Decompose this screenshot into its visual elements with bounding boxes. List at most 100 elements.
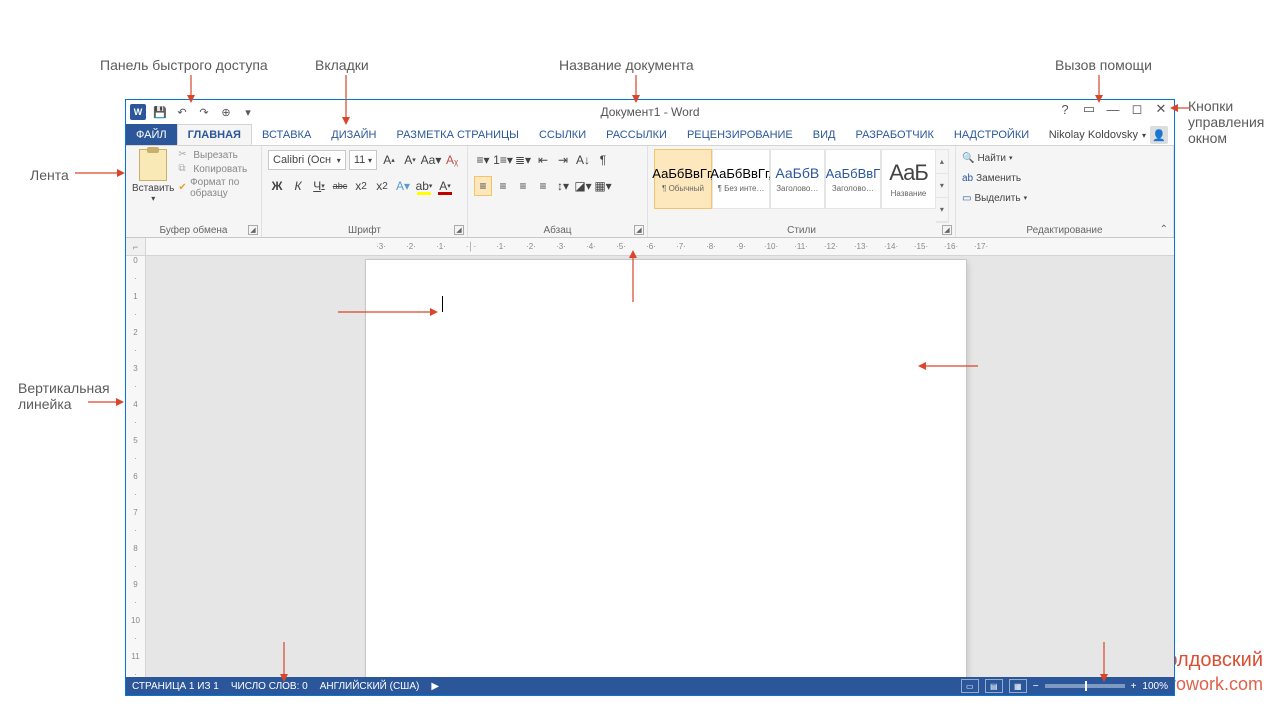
underline-button[interactable]: Ч▾ — [310, 176, 328, 196]
undo-icon[interactable]: ↶ — [174, 104, 190, 120]
tab-design[interactable]: ДИЗАЙН — [321, 124, 386, 145]
arrow-ribbon — [75, 167, 125, 179]
title-bar: W 💾 ↶ ↷ ⊕ ▾ Документ1 - Word ? ▭ — ◻ ✕ — [126, 100, 1174, 124]
minimize-icon[interactable]: — — [1104, 100, 1122, 118]
style-heading2[interactable]: АаБбВвГ Заголово… — [825, 149, 882, 209]
style-no-spacing[interactable]: АаБбВвГг, ¶ Без инте… — [712, 149, 770, 209]
group-clipboard: Вставить ▾ ✂Вырезать ⧉Копировать ✔Формат… — [126, 146, 262, 237]
line-spacing-button[interactable]: ↕▾ — [554, 176, 572, 196]
font-family-combo[interactable]: Calibri (Осн▾ — [268, 150, 346, 170]
style-title[interactable]: АаБ Название — [881, 149, 936, 209]
align-left-button[interactable]: ≡ — [474, 176, 492, 196]
multilevel-list-button[interactable]: ≣▾ — [514, 150, 532, 170]
clear-formatting-button[interactable]: Aᵪ — [443, 150, 461, 170]
show-marks-button[interactable]: ¶ — [594, 150, 612, 170]
view-web-layout[interactable]: ▦ — [1009, 679, 1027, 693]
bold-button[interactable]: Ж — [268, 176, 286, 196]
tab-references[interactable]: ССЫЛКИ — [529, 124, 596, 145]
borders-button[interactable]: ▦▾ — [594, 176, 612, 196]
paste-button[interactable]: Вставить ▾ — [132, 149, 174, 203]
group-paragraph: ≡▾ 1≡▾ ≣▾ ⇤ ⇥ A↓ ¶ ≡ ≡ ≡ ≡ ↕▾ ◪▾ ▦▾ Абза… — [468, 146, 648, 237]
font-size-combo[interactable]: 11▾ — [349, 150, 377, 170]
maximize-icon[interactable]: ◻ — [1128, 100, 1146, 118]
style-normal[interactable]: АаБбВвГг, ¶ Обычный — [654, 149, 712, 209]
strikethrough-button[interactable]: abc — [331, 176, 349, 196]
collapse-ribbon-icon[interactable]: ⌃ — [1160, 224, 1168, 235]
numbering-button[interactable]: 1≡▾ — [494, 150, 512, 170]
align-right-button[interactable]: ≡ — [514, 176, 532, 196]
touch-mode-icon[interactable]: ⊕ — [218, 104, 234, 120]
view-print-layout[interactable]: ▤ — [985, 679, 1003, 693]
text-effects-button[interactable]: A▾ — [394, 176, 412, 196]
group-label-paragraph: Абзац — [468, 225, 647, 236]
user-area[interactable]: Nikolay Koldovsky ▾ 👤 — [1049, 124, 1168, 146]
increase-indent-button[interactable]: ⇥ — [554, 150, 572, 170]
annotation-win-controls: Кнопки управления окном — [1188, 98, 1278, 146]
font-color-button[interactable]: A▾ — [436, 176, 454, 196]
zoom-out-icon[interactable]: − — [1033, 681, 1039, 692]
italic-button[interactable]: К — [289, 176, 307, 196]
view-read-mode[interactable]: ▭ — [961, 679, 979, 693]
tab-review[interactable]: РЕЦЕНЗИРОВАНИЕ — [677, 124, 803, 145]
subscript-button[interactable]: x2 — [352, 176, 370, 196]
document-page[interactable] — [366, 260, 966, 677]
arrow-title — [630, 75, 642, 103]
status-macro-icon[interactable]: ▶ — [431, 681, 439, 692]
tab-insert[interactable]: ВСТАВКА — [252, 124, 321, 145]
shading-button[interactable]: ◪▾ — [574, 176, 592, 196]
annotation-qat: Панель быстрого доступа — [100, 57, 268, 73]
zoom-in-icon[interactable]: + — [1131, 681, 1137, 692]
superscript-button[interactable]: x2 — [373, 176, 391, 196]
select-button[interactable]: ▭Выделить▾ — [962, 189, 1167, 207]
style-heading1[interactable]: АаБбВ Заголово… — [770, 149, 825, 209]
qat-customize-icon[interactable]: ▾ — [240, 104, 256, 120]
tab-addins[interactable]: НАДСТРОЙКИ — [944, 124, 1039, 145]
annotation-ribbon: Лента — [30, 167, 69, 183]
redo-icon[interactable]: ↷ — [196, 104, 212, 120]
status-words[interactable]: ЧИСЛО СЛОВ: 0 — [231, 681, 308, 692]
save-icon[interactable]: 💾 — [152, 104, 168, 120]
replace-button[interactable]: abЗаменить — [962, 169, 1167, 187]
close-icon[interactable]: ✕ — [1152, 100, 1170, 118]
paste-icon — [139, 149, 167, 181]
zoom-slider[interactable] — [1045, 684, 1125, 688]
align-center-button[interactable]: ≡ — [494, 176, 512, 196]
grow-font-button[interactable]: A▴ — [380, 150, 398, 170]
find-button[interactable]: 🔍Найти▾ — [962, 149, 1167, 167]
styles-dialog-launcher[interactable]: ◢ — [942, 225, 952, 235]
arrow-tabs — [340, 75, 352, 125]
arrow-cursor — [338, 306, 438, 318]
sort-button[interactable]: A↓ — [574, 150, 592, 170]
tab-home[interactable]: ГЛАВНАЯ — [177, 124, 252, 145]
tab-view[interactable]: ВИД — [803, 124, 846, 145]
group-label-font: Шрифт — [262, 225, 467, 236]
font-dialog-launcher[interactable]: ◢ — [454, 225, 464, 235]
group-label-styles: Стили — [648, 225, 955, 236]
arrow-help — [1093, 75, 1105, 103]
help-icon[interactable]: ? — [1056, 100, 1074, 118]
vertical-ruler[interactable]: 0·1·2·3·4·5·6·7·8·9·10·11·12· — [126, 256, 146, 677]
status-language[interactable]: АНГЛИЙСКИЙ (США) — [320, 681, 420, 692]
align-justify-button[interactable]: ≡ — [534, 176, 552, 196]
copy-button[interactable]: ⧉Копировать — [178, 163, 255, 175]
tab-developer[interactable]: РАЗРАБОТЧИК — [845, 124, 943, 145]
brush-icon: ✔ — [178, 182, 187, 194]
group-label-clipboard: Буфер обмена — [126, 225, 261, 236]
tab-file[interactable]: ФАЙЛ — [126, 124, 177, 145]
status-page[interactable]: СТРАНИЦА 1 ИЗ 1 — [132, 681, 219, 692]
horizontal-ruler[interactable]: ·3··2··1··│··1··2··3··4··5··6··7··8··9··… — [146, 238, 1174, 256]
zoom-level[interactable]: 100% — [1142, 681, 1168, 692]
tab-mailings[interactable]: РАССЫЛКИ — [596, 124, 677, 145]
decrease-indent-button[interactable]: ⇤ — [534, 150, 552, 170]
tab-page-layout[interactable]: РАЗМЕТКА СТРАНИЦЫ — [386, 124, 528, 145]
cut-button[interactable]: ✂Вырезать — [178, 149, 255, 161]
shrink-font-button[interactable]: A▾ — [401, 150, 419, 170]
styles-gallery-scroll[interactable]: ▴▾▾ — [936, 149, 949, 223]
format-painter-button[interactable]: ✔Формат по образцу — [178, 177, 255, 199]
change-case-button[interactable]: Aa▾ — [422, 150, 440, 170]
paragraph-dialog-launcher[interactable]: ◢ — [634, 225, 644, 235]
bullets-button[interactable]: ≡▾ — [474, 150, 492, 170]
clipboard-dialog-launcher[interactable]: ◢ — [248, 225, 258, 235]
highlight-button[interactable]: ab▾ — [415, 176, 433, 196]
annotation-help: Вызов помощи — [1055, 57, 1152, 73]
